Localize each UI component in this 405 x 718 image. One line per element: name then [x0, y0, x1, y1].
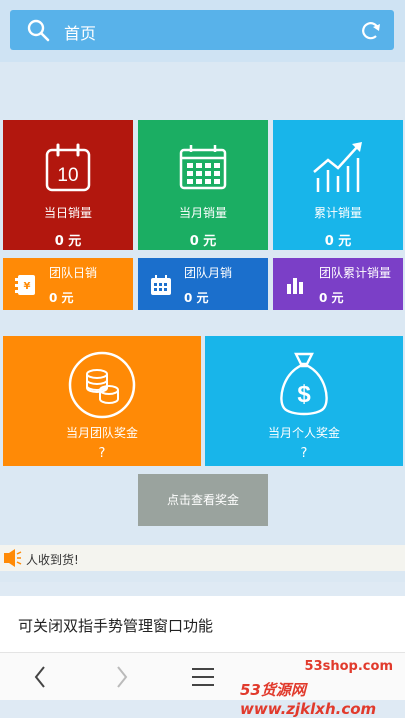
watermark-domain: 53shop.com [304, 659, 393, 674]
team-monthly-value: 0 元 [184, 291, 209, 305]
team-total-value: 0 元 [319, 291, 344, 305]
toast-text: 可关闭双指手势管理窗口功能 [18, 617, 214, 635]
watermark-site: 53货源网 www.zjklxh.com [240, 681, 377, 718]
bar-chart-icon [287, 278, 303, 294]
month-sales-value: 0 元 [189, 234, 217, 249]
total-sales-tile[interactable]: 累计销量 0 元 [273, 120, 403, 250]
total-sales-value: 0 元 [324, 234, 352, 249]
search-icon[interactable] [26, 18, 50, 42]
view-bonus-button[interactable]: 点击查看奖金 [138, 474, 268, 526]
month-sales-tile[interactable]: 当月销量 0 元 [138, 120, 268, 250]
bottom-navigation: 53shop.com 53货源网 www.zjklxh.com [0, 652, 405, 718]
svg-text:¥: ¥ [24, 281, 31, 292]
page-title: 首页 [64, 24, 97, 43]
month-sales-label: 当月销量 [178, 206, 227, 220]
trend-chart-icon [313, 142, 362, 192]
small-calendar-icon [151, 275, 171, 295]
forward-icon[interactable] [112, 653, 132, 701]
team-monthly-tile[interactable]: 团队月销 0 元 [138, 258, 268, 310]
coins-icon [68, 351, 136, 419]
menu-icon[interactable] [190, 653, 216, 701]
team-bonus-tile[interactable]: 当月团队奖金 ? [3, 336, 201, 466]
calendar-icon-text: 10 [57, 165, 78, 186]
team-daily-tile[interactable]: ¥ 团队日销 0 元 [3, 258, 133, 310]
refresh-icon[interactable] [360, 20, 382, 42]
notification-ticker: 人收到货! [0, 545, 405, 571]
ticker-text: 人收到货! [26, 553, 79, 567]
total-sales-label: 累计销量 [313, 206, 362, 220]
team-monthly-label: 团队月销 [184, 266, 233, 280]
team-bonus-value: ? [98, 446, 106, 461]
search-bar[interactable]: 首页 [10, 10, 394, 50]
back-icon[interactable] [30, 653, 50, 701]
toast-message: 可关闭双指手势管理窗口功能 [0, 596, 405, 652]
today-sales-label: 当日销量 [43, 206, 92, 220]
personal-bonus-label: 当月个人奖金 [267, 426, 340, 440]
ledger-icon: ¥ [15, 275, 35, 295]
money-bag-icon: $ [280, 352, 328, 416]
team-total-tile[interactable]: 团队累计销量 0 元 [273, 258, 403, 310]
team-bonus-label: 当月团队奖金 [65, 426, 138, 440]
today-sales-tile[interactable]: 10 当日销量 0 元 [3, 120, 133, 250]
month-calendar-icon [179, 145, 227, 190]
personal-bonus-tile[interactable]: $ 当月个人奖金 ? [205, 336, 403, 466]
svg-text:$: $ [297, 381, 311, 408]
speaker-icon [4, 549, 22, 567]
team-total-label: 团队累计销量 [319, 266, 392, 280]
today-sales-value: 0 元 [54, 234, 82, 249]
personal-bonus-value: ? [300, 446, 308, 461]
team-daily-value: 0 元 [49, 291, 74, 305]
team-daily-label: 团队日销 [49, 266, 98, 280]
calendar-icon: 10 [45, 143, 91, 192]
